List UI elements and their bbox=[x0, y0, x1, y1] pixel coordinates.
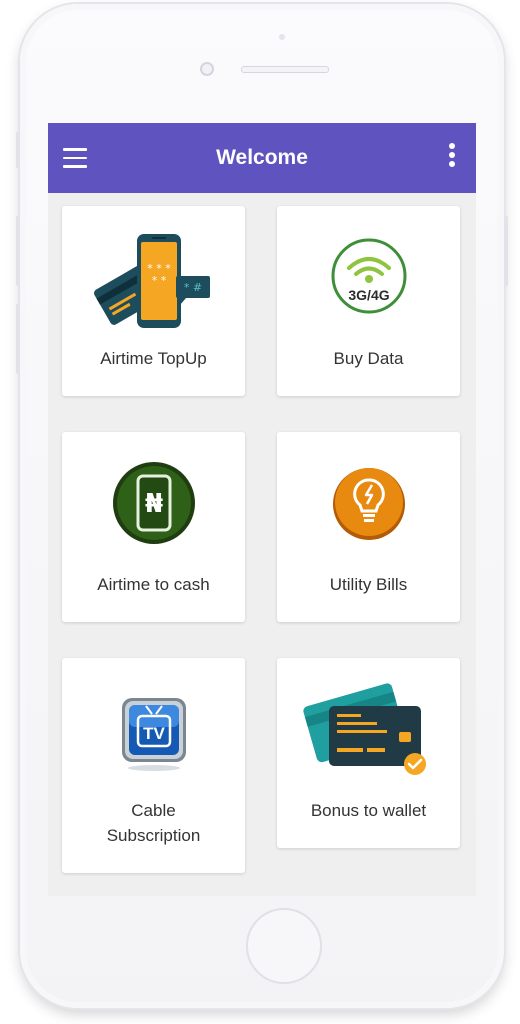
svg-text:* *: * * bbox=[151, 274, 166, 287]
service-card-airtime-topup[interactable]: * * * * * * # Airtime TopUp bbox=[62, 206, 245, 396]
service-label: Utility Bills bbox=[329, 575, 408, 594]
service-label: Airtime to cash bbox=[97, 575, 210, 594]
service-card-airtime-to-cash[interactable]: ₦ Airtime to cash bbox=[62, 432, 245, 622]
more-options-icon[interactable] bbox=[448, 143, 456, 171]
service-label: Bonus to wallet bbox=[310, 801, 427, 820]
svg-text:* #: * # bbox=[183, 281, 201, 294]
wallet-cards-icon bbox=[277, 674, 460, 780]
page-title: Welcome bbox=[216, 146, 308, 169]
service-label: Buy Data bbox=[333, 349, 404, 368]
earpiece-speaker bbox=[241, 66, 329, 73]
data-3g4g-icon: 3G/4G bbox=[277, 236, 460, 316]
service-card-cable-subscription[interactable]: TV Cable Subscription bbox=[62, 658, 245, 873]
app-screen: Welcome * * * * * * # Airtime TopUp 3G/4… bbox=[48, 123, 476, 896]
volume-up-button bbox=[16, 216, 20, 286]
service-card-buy-data[interactable]: 3G/4G Buy Data bbox=[277, 206, 460, 396]
service-card-utility-bills[interactable]: Utility Bills bbox=[277, 432, 460, 622]
svg-text:3G/4G: 3G/4G bbox=[348, 287, 389, 303]
volume-down-button bbox=[16, 304, 20, 374]
hamburger-menu-icon[interactable] bbox=[63, 148, 87, 168]
mute-switch bbox=[16, 132, 20, 168]
home-button[interactable] bbox=[246, 908, 322, 984]
svg-text:₦: ₦ bbox=[144, 489, 162, 519]
naira-phone-icon: ₦ bbox=[62, 460, 245, 546]
svg-text:TV: TV bbox=[143, 724, 165, 743]
proximity-sensor bbox=[279, 34, 285, 40]
lightbulb-icon bbox=[277, 462, 460, 542]
service-label: Airtime TopUp bbox=[100, 349, 207, 368]
service-label: Cable Subscription bbox=[106, 801, 201, 845]
airtime-topup-icon: * * * * * * # bbox=[62, 230, 245, 330]
service-card-bonus-to-wallet[interactable]: Bonus to wallet bbox=[277, 658, 460, 848]
power-button bbox=[504, 216, 508, 286]
app-bar: Welcome bbox=[48, 123, 476, 193]
tv-icon: TV bbox=[62, 692, 245, 772]
front-camera bbox=[200, 62, 214, 76]
